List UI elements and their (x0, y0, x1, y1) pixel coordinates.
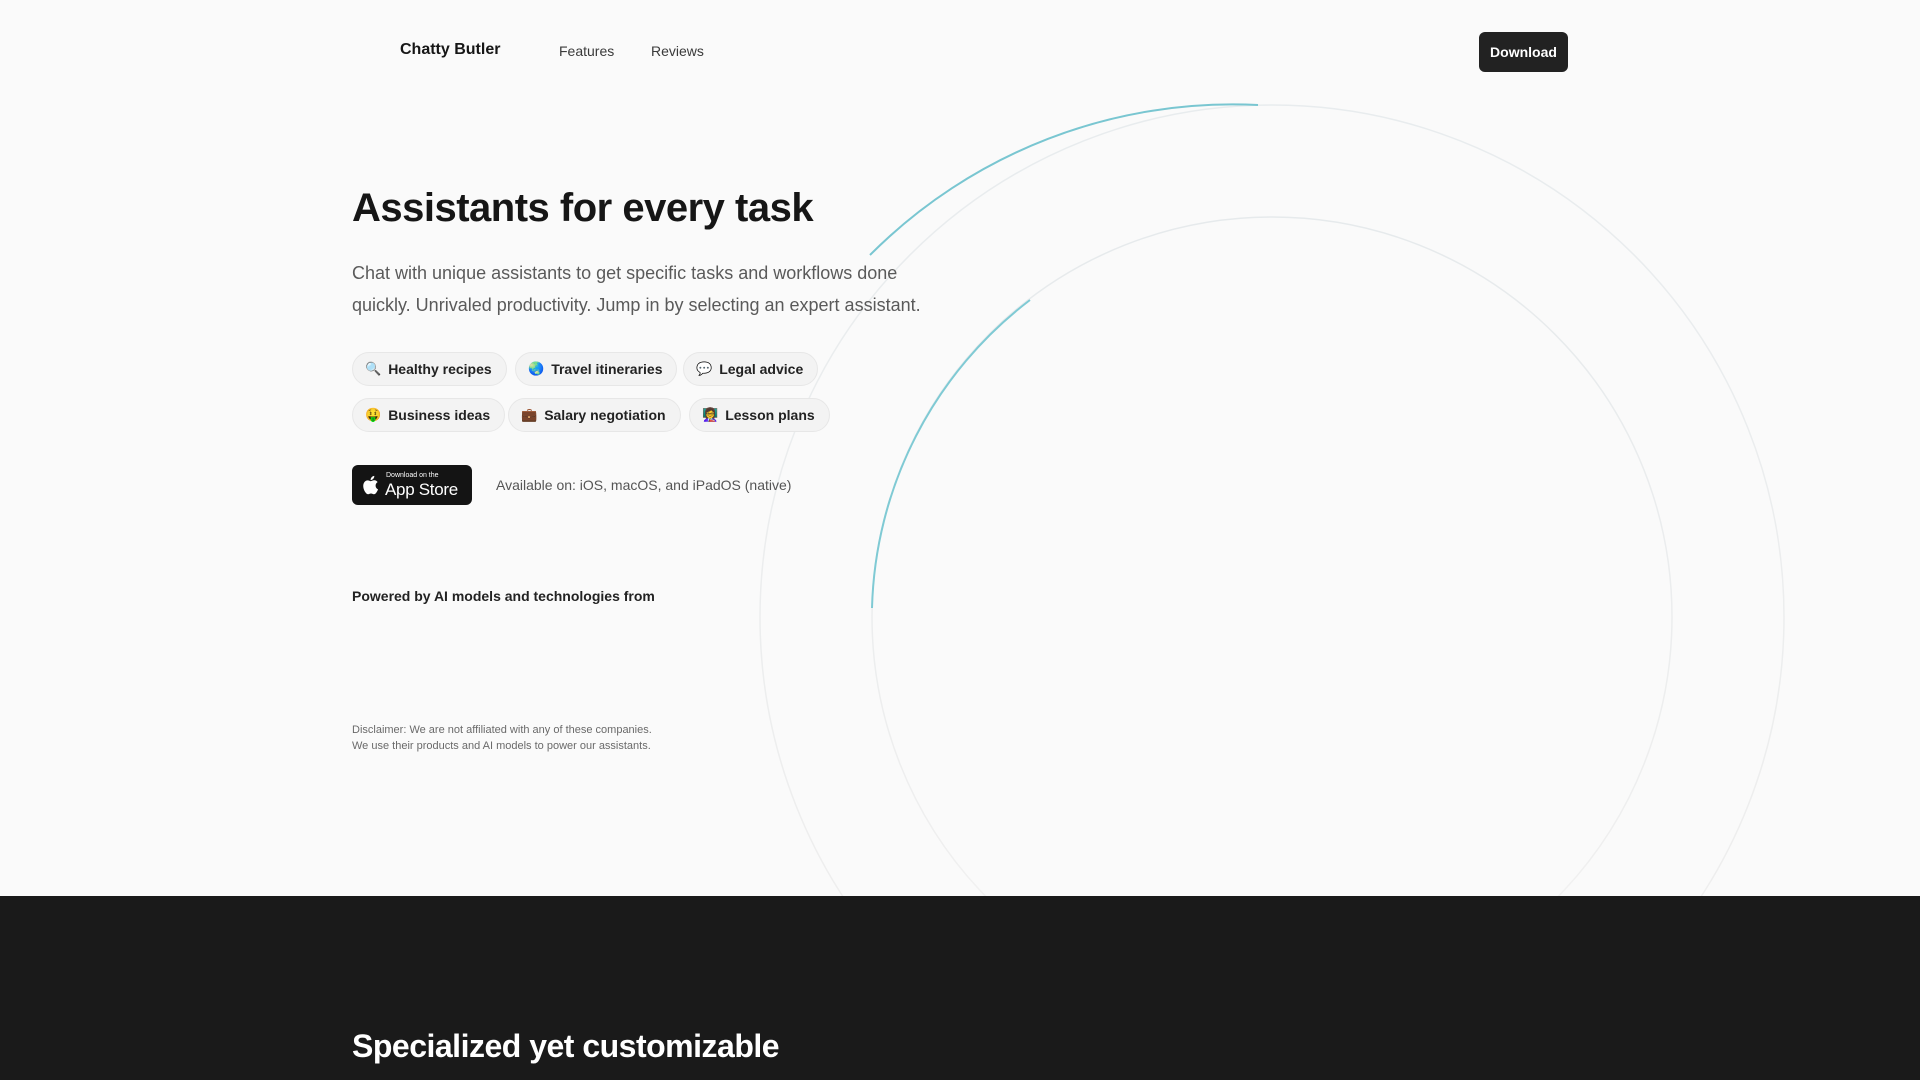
chip-label: Travel itineraries (551, 361, 663, 377)
top-nav: Chatty Butler Features Reviews Download (0, 0, 1920, 104)
chip-salary-negotiation[interactable]: 💼 Salary negotiation (508, 398, 681, 432)
disclaimer: Disclaimer: We are not affiliated with a… (352, 722, 652, 754)
availability-text: Available on: iOS, macOS, and iPadOS (na… (496, 477, 792, 493)
nav-link-reviews[interactable]: Reviews (651, 43, 704, 59)
hero-subtitle: Chat with unique assistants to get speci… (352, 263, 921, 315)
money-face-icon: 🤑 (365, 407, 382, 422)
chip-label: Lesson plans (725, 407, 815, 423)
brand-name[interactable]: Chatty Butler (400, 41, 500, 59)
chip-label: Business ideas (388, 407, 491, 423)
landing-page: Chatty Butler Features Reviews Download … (0, 0, 1920, 1080)
app-store-big-text: App Store (385, 480, 458, 499)
teacher-icon: 👩‍🏫 (702, 407, 719, 422)
magnifier-icon: 🔍 (365, 361, 382, 376)
chip-label: Legal advice (719, 361, 804, 377)
briefcase-icon: 💼 (521, 407, 538, 422)
nav-link-features[interactable]: Features (559, 43, 614, 59)
app-store-small-text: Download on the (386, 472, 439, 479)
globe-icon: 🌏 (528, 361, 545, 376)
disclaimer-line-1: Disclaimer: We are not affiliated with a… (352, 724, 652, 736)
powered-by-text: Powered by AI models and technologies fr… (352, 588, 655, 604)
disclaimer-line-2: We use their products and AI models to p… (352, 740, 651, 752)
chip-lesson-plans[interactable]: 👩‍🏫 Lesson plans (689, 398, 830, 432)
chip-legal-advice[interactable]: 💬 Legal advice (683, 352, 819, 386)
decorative-arcs (759, 103, 1785, 900)
chip-business-ideas[interactable]: 🤑 Business ideas (352, 398, 506, 432)
section-title: Specialized yet customizable (352, 1028, 780, 1064)
download-button[interactable]: Download (1479, 32, 1568, 72)
chip-healthy-recipes[interactable]: 🔍 Healthy recipes (352, 352, 507, 386)
speech-bubble-icon: 💬 (696, 361, 713, 376)
features-section: Specialized yet customizable (0, 896, 1920, 1080)
app-store-badge[interactable]: Download on the App Store (352, 465, 472, 505)
chip-label: Healthy recipes (388, 361, 492, 377)
chip-label: Salary negotiation (544, 407, 666, 423)
chip-travel-itineraries[interactable]: 🌏 Travel itineraries (515, 352, 678, 386)
hero-title: Assistants for every task (352, 186, 814, 230)
apple-logo-icon (363, 475, 379, 495)
